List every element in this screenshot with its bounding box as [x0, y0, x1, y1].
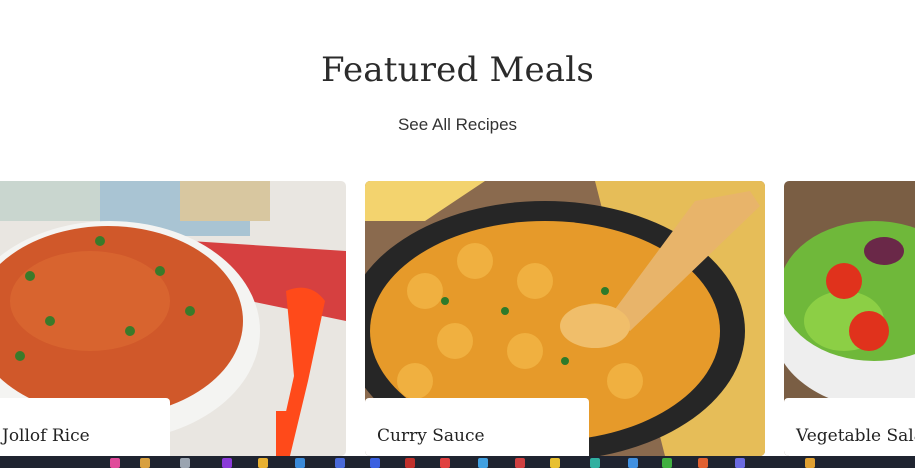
app-icon[interactable] — [140, 458, 150, 468]
section-title: Featured Meals — [321, 50, 594, 90]
app-icon[interactable] — [735, 458, 745, 468]
app-icon[interactable] — [698, 458, 708, 468]
app-icon[interactable] — [110, 458, 120, 468]
app-icon[interactable] — [515, 458, 525, 468]
meal-card-vegetable-salad[interactable]: Vegetable Salad — [784, 181, 915, 456]
app-icon[interactable] — [805, 458, 815, 468]
app-icon[interactable] — [180, 458, 190, 468]
app-icon[interactable] — [405, 458, 415, 468]
app-icon[interactable] — [295, 458, 305, 468]
meal-card-label: Curry Sauce — [365, 398, 589, 456]
meal-card-label: Jollof Rice — [0, 398, 170, 456]
meal-card-label: Vegetable Salad — [784, 398, 915, 456]
app-icon[interactable] — [628, 458, 638, 468]
app-icon[interactable] — [370, 458, 380, 468]
see-all-recipes-link[interactable]: See All Recipes — [0, 115, 915, 135]
meal-card-curry-sauce[interactable]: Curry Sauce — [365, 181, 765, 456]
meal-card-jollof-rice[interactable]: Jollof Rice — [0, 181, 346, 456]
app-icon[interactable] — [662, 458, 672, 468]
app-icon[interactable] — [478, 458, 488, 468]
app-icon[interactable] — [222, 458, 232, 468]
app-icon[interactable] — [590, 458, 600, 468]
folder-icon[interactable] — [258, 458, 268, 468]
app-icon[interactable] — [440, 458, 450, 468]
app-icon[interactable] — [550, 458, 560, 468]
app-icon[interactable] — [335, 458, 345, 468]
os-taskbar — [0, 456, 915, 468]
